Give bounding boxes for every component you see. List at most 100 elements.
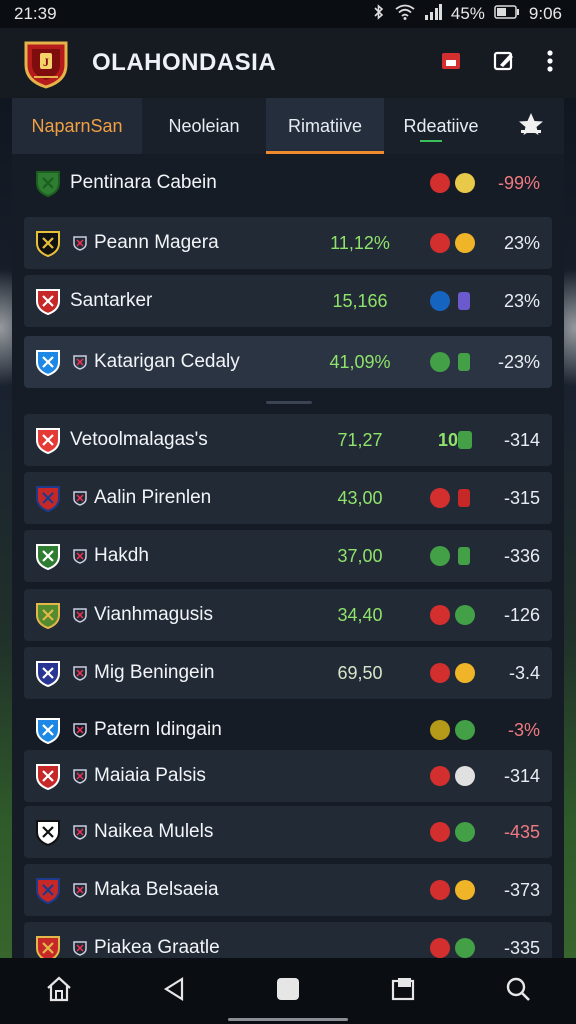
- team-change: -315: [503, 487, 540, 508]
- tab-naparnsan[interactable]: NaparnSan: [12, 98, 142, 154]
- tab-neoleian[interactable]: Neoleian: [142, 98, 266, 154]
- signal-icon: [424, 3, 442, 25]
- tab-label: Rimatiive: [287, 115, 362, 136]
- team-change: -314: [503, 429, 540, 450]
- table-row[interactable]: Maiaia Palsis -314: [24, 750, 552, 802]
- team-name: Vianhmagusis: [94, 604, 214, 625]
- table-row[interactable]: Mig Beningein 69,50 -3.4: [24, 647, 552, 699]
- flag-icon[interactable]: [440, 50, 462, 77]
- team-name: Patern Idingain: [94, 719, 222, 740]
- table-row[interactable]: Pentinara Cabein -99%: [24, 159, 552, 207]
- mini-badge-icon: [73, 825, 87, 840]
- status-dot: [430, 720, 450, 740]
- recents-square-icon[interactable]: [275, 976, 301, 1007]
- more-vert-icon[interactable]: [546, 49, 554, 78]
- tab-rimatiive[interactable]: Rimatiive: [266, 98, 384, 154]
- status-dot: [430, 352, 450, 372]
- home-icon[interactable]: [45, 976, 73, 1007]
- status-dot: [430, 766, 450, 786]
- team-name: Maiaia Palsis: [94, 765, 206, 786]
- status-dot: [455, 766, 475, 786]
- battery-icon: [494, 4, 520, 24]
- table-row[interactable]: Hakdh 37,00 -336: [24, 530, 552, 582]
- wifi-icon: [395, 4, 415, 25]
- section-divider: [266, 401, 312, 404]
- team-name: Vetoolmalagas's: [70, 429, 208, 450]
- status-dot: [430, 605, 450, 625]
- edit-icon[interactable]: [492, 49, 516, 78]
- team-change: -336: [503, 545, 540, 566]
- tab-favorites[interactable]: [498, 98, 564, 154]
- mini-badge-icon: [73, 608, 87, 623]
- team-change: -3%: [507, 719, 540, 740]
- status-dot: [430, 173, 450, 193]
- team-crest-icon: [36, 544, 60, 570]
- table-row[interactable]: Vianhmagusis 34,40 -126: [24, 589, 552, 641]
- back-icon[interactable]: [162, 976, 186, 1007]
- status-dot: [455, 938, 475, 958]
- team-change: 23%: [503, 290, 540, 311]
- team-name: Hakdh: [94, 545, 149, 566]
- tab-label: Neoleian: [168, 115, 240, 136]
- app-title: OLAHONDASIA: [92, 49, 277, 76]
- bluetooth-icon: [372, 3, 386, 25]
- table-row[interactable]: Vetoolmalagas's 71,27 10 -314: [24, 414, 552, 466]
- team-crest-icon: [36, 231, 60, 257]
- table-row[interactable]: Santarker 15,166 23%: [24, 275, 552, 327]
- status-dot: [430, 546, 450, 566]
- team-value: 37,00: [337, 545, 383, 566]
- status-dot: [458, 489, 470, 507]
- team-value: 34,40: [337, 604, 383, 625]
- status-dot: [455, 233, 475, 253]
- team-value: 69,50: [337, 662, 383, 683]
- team-change: -99%: [497, 172, 540, 193]
- home-indicator: [228, 1018, 348, 1021]
- status-dot: [458, 292, 470, 310]
- team-name: Mig Beningein: [94, 662, 215, 683]
- club-crest-logo[interactable]: J: [22, 37, 70, 89]
- team-crest-icon: [36, 661, 60, 687]
- status-dot: [430, 880, 450, 900]
- team-name: Naikea Mulels: [94, 821, 214, 842]
- team-change: -373: [503, 879, 540, 900]
- team-name: Katarigan Cedaly: [94, 351, 240, 372]
- table-row[interactable]: Naikea Mulels -435: [24, 806, 552, 858]
- window-icon[interactable]: [390, 976, 416, 1007]
- status-dot: [430, 488, 450, 508]
- status-dot: [430, 291, 450, 311]
- status-dot: [455, 173, 475, 193]
- mini-badge-icon: [73, 723, 87, 738]
- status-dot: [430, 233, 450, 253]
- search-icon[interactable]: [505, 976, 531, 1007]
- mini-badge-icon: [73, 666, 87, 681]
- table-row[interactable]: Maka Belsaeia -373: [24, 864, 552, 916]
- team-name: Peann Magera: [94, 232, 219, 253]
- table-row[interactable]: Katarigan Cedaly 41,09% -23%: [24, 336, 552, 388]
- team-change: -3.4: [508, 662, 540, 683]
- table-row[interactable]: Patern Idingain -3%: [24, 706, 552, 754]
- tab-indicator-green: [420, 140, 442, 142]
- status-dot: [455, 880, 475, 900]
- mini-badge-icon: [73, 491, 87, 506]
- table-row[interactable]: Aalin Pirenlen 43,00 -315: [24, 472, 552, 524]
- team-change: 23%: [503, 232, 540, 253]
- team-name: Piakea Graatle: [94, 937, 220, 958]
- system-nav-bar: [0, 958, 576, 1024]
- tab-label: Rdeatiive: [403, 115, 479, 136]
- team-value: 71,27: [337, 429, 383, 450]
- status-dot: [455, 720, 475, 740]
- status-bar: 21:39 45% 9:06: [0, 0, 576, 28]
- team-crest-icon: [36, 603, 60, 629]
- team-change: -435: [503, 821, 540, 842]
- team-crest-icon: [36, 764, 60, 790]
- team-crest-icon: [36, 718, 60, 744]
- team-value: 15,166: [332, 290, 388, 311]
- table-row[interactable]: Peann Magera 11,12% 23%: [24, 217, 552, 269]
- team-change: -23%: [497, 351, 540, 372]
- team-value: 11,12%: [330, 232, 390, 253]
- mini-badge-icon: [73, 355, 87, 370]
- status-dot: [455, 822, 475, 842]
- team-name: Maka Belsaeia: [94, 879, 219, 900]
- tab-rdeatiive[interactable]: Rdeatiive: [384, 98, 498, 154]
- mini-badge-icon: [73, 236, 87, 251]
